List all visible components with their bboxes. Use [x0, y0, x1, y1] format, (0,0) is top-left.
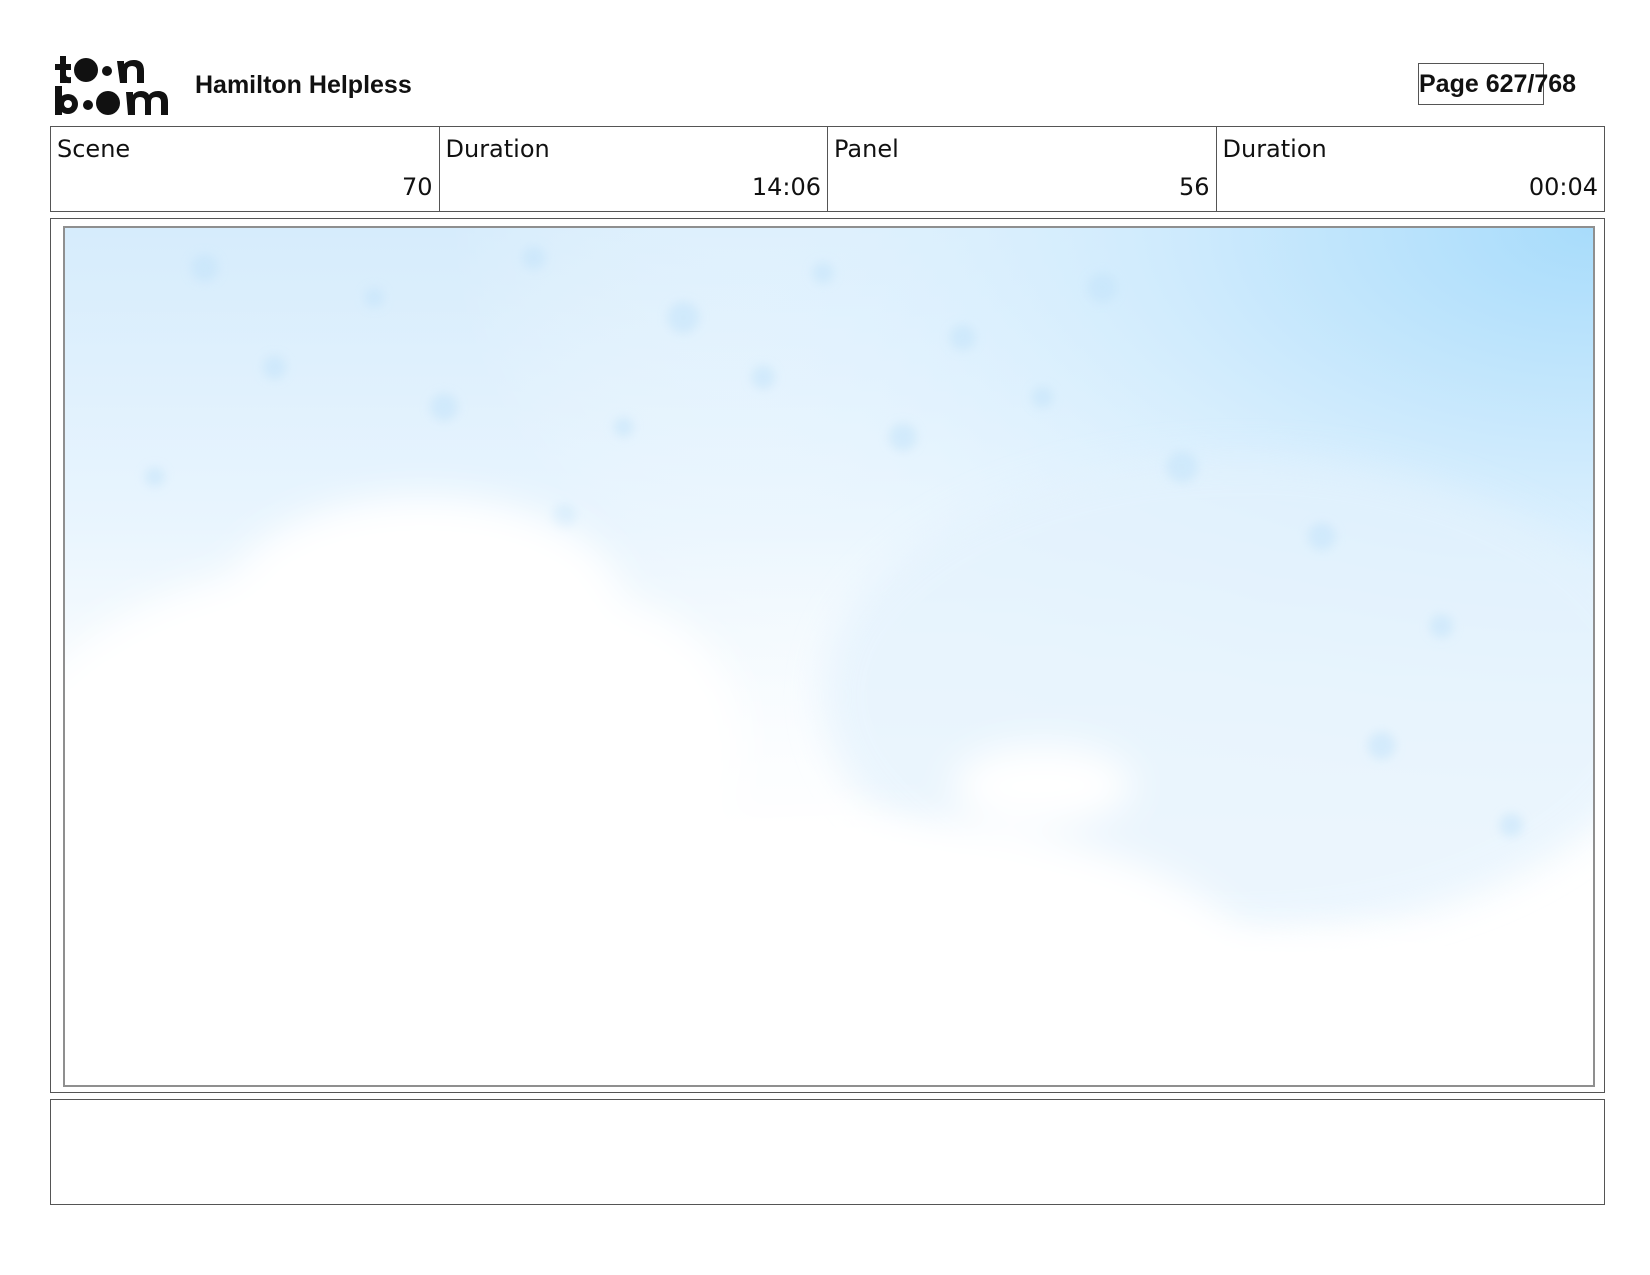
panel-value: 56 — [1178, 173, 1210, 201]
scene-cell: Scene 70 — [51, 127, 440, 211]
panel-cell: Panel 56 — [828, 127, 1217, 211]
scene-duration-cell: Duration 14:06 — [440, 127, 828, 211]
sky-clouds-drawing-icon — [65, 228, 1593, 1085]
caption-box[interactable] — [50, 1099, 1605, 1205]
project-title: Hamilton Helpless — [195, 71, 412, 99]
panel-duration-label: Duration — [1222, 135, 1327, 163]
panel-duration-value: 00:04 — [1528, 173, 1598, 201]
scene-label: Scene — [57, 135, 131, 163]
panel-info-table: Scene 70 Duration 14:06 Panel 56 Duratio… — [50, 126, 1605, 212]
page-counter: Page 627/768 — [1418, 63, 1576, 105]
scene-duration-value: 14:06 — [751, 173, 821, 201]
toon-boom-logo-icon — [54, 54, 172, 116]
panel-image-frame — [50, 218, 1605, 1093]
panel-duration-cell: Duration 00:04 — [1217, 127, 1605, 211]
scene-duration-label: Duration — [445, 135, 550, 163]
panel-label: Panel — [834, 135, 899, 163]
panel-image[interactable] — [63, 226, 1595, 1087]
scene-value: 70 — [401, 173, 433, 201]
